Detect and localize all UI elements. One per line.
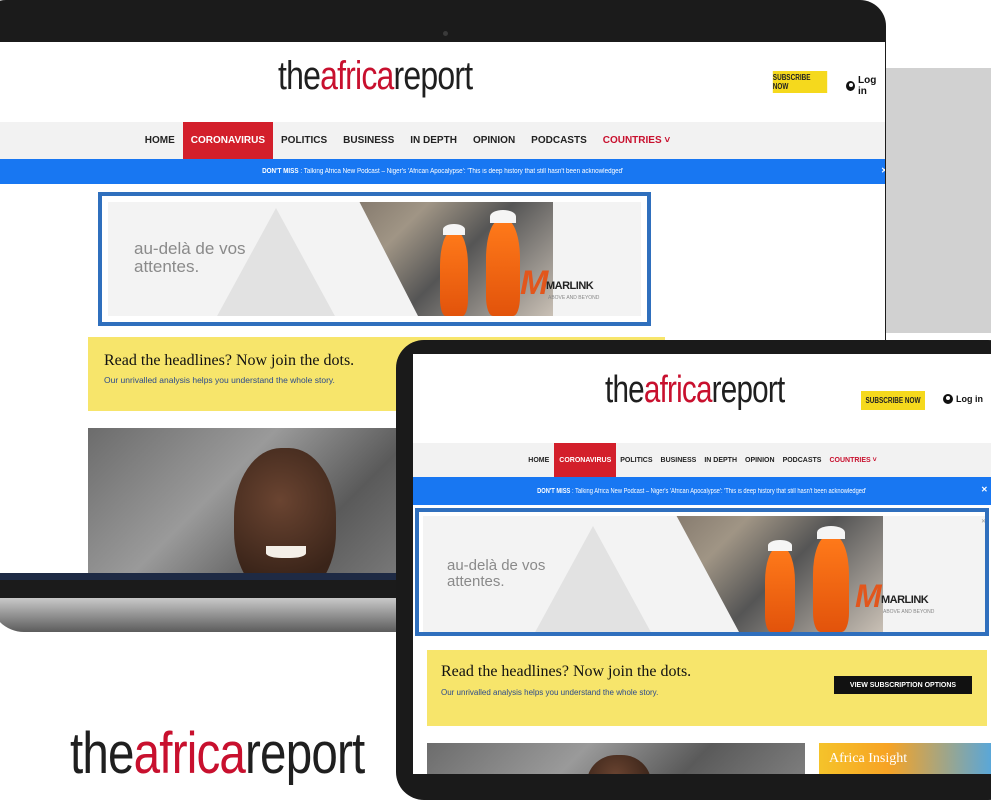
logo-africa: africa	[133, 721, 246, 786]
tablet-screen: theafricareport SUBSCRIBE NOW Log in HOM…	[413, 354, 991, 774]
marlink-logo-icon: M	[520, 264, 549, 302]
site-logo[interactable]: theafricareport	[278, 54, 474, 99]
logo-africa: africa	[320, 54, 394, 98]
logo-the: the	[605, 369, 645, 411]
tablet-subscribe-button[interactable]: SUBSCRIBE NOW	[861, 391, 925, 410]
worker-figure	[813, 536, 849, 632]
promo-subtitle: Our unrivalled analysis helps you unders…	[104, 375, 335, 385]
nav-in-depth[interactable]: IN DEPTH	[700, 443, 741, 477]
portrait-smile	[266, 546, 306, 558]
nav-home[interactable]: HOME	[137, 122, 183, 159]
subscribe-button[interactable]: SUBSCRIBE NOW	[772, 71, 828, 93]
ticker-close-icon[interactable]: ✕	[881, 166, 885, 175]
tablet-site-logo[interactable]: theafricareport	[605, 369, 786, 412]
helmet-icon	[490, 210, 516, 223]
user-icon	[943, 394, 953, 404]
tablet-marlink-ad-banner[interactable]: au-delà de vos attentes. M MARLINK ABOVE…	[415, 508, 989, 636]
ticker-text: Talking Africa New Podcast – Niger's 'Af…	[575, 487, 867, 495]
logo-report: report	[245, 721, 365, 786]
worker-figure	[765, 548, 795, 632]
nav-coronavirus[interactable]: CORONAVIRUS	[554, 443, 617, 477]
login-link[interactable]: Log in	[846, 75, 885, 97]
ad-tagline-line2: attentes.	[447, 572, 505, 590]
ad-tagline-line1: au-delà de vos	[447, 557, 546, 574]
ticker-text: Talking Africa New Podcast – Niger's 'Af…	[303, 168, 624, 175]
ticker-prefix: DON'T MISS	[261, 168, 299, 175]
marlink-brand: MARLINK	[546, 280, 594, 292]
nav-opinion[interactable]: OPINION	[465, 122, 523, 159]
ticker-close-icon[interactable]: ✕	[981, 485, 988, 494]
nav-countries-dropdown[interactable]: COUNTRIES ˅	[825, 443, 880, 477]
helmet-icon	[443, 224, 465, 235]
nav-opinion[interactable]: OPINION	[741, 443, 779, 477]
promo-title: Read the headlines? Now join the dots.	[104, 352, 355, 369]
login-label: Log in	[956, 394, 983, 404]
background-panel	[886, 68, 991, 333]
nav-in-depth[interactable]: IN DEPTH	[402, 122, 465, 159]
tablet-login-link[interactable]: Log in	[943, 394, 983, 404]
featured-article-photo[interactable]	[427, 743, 805, 774]
logo-africa: africa	[643, 369, 713, 411]
nav-home[interactable]: HOME	[523, 443, 554, 477]
logo-report: report	[711, 369, 786, 411]
nav-countries-dropdown[interactable]: COUNTRIES ˅	[595, 122, 679, 159]
main-nav: HOME CORONAVIRUS POLITICS BUSINESS IN DE…	[0, 122, 885, 159]
nav-politics[interactable]: POLITICS	[616, 443, 656, 477]
os-taskbar	[0, 573, 400, 580]
promo-title: Read the headlines? Now join the dots.	[441, 663, 692, 680]
nav-politics[interactable]: POLITICS	[273, 122, 335, 159]
logo-the: the	[70, 721, 134, 786]
user-icon	[846, 81, 855, 91]
ad-tagline: au-delà de vos attentes.	[134, 240, 246, 276]
helmet-icon	[768, 540, 792, 551]
worker-figure	[440, 232, 468, 316]
nav-business[interactable]: BUSINESS	[335, 122, 402, 159]
bottom-brand-logo: theafricareport	[70, 720, 365, 787]
portrait-face	[587, 755, 651, 774]
logo-report: report	[393, 54, 474, 98]
login-label: Log in	[858, 75, 877, 97]
nav-coronavirus[interactable]: CORONAVIRUS	[182, 122, 274, 159]
marlink-tagline: ABOVE AND BEYOND	[548, 295, 600, 301]
ad-photo-workers	[676, 516, 883, 632]
ad-close-icon[interactable]: ✕	[981, 518, 985, 525]
ad-background: au-delà de vos attentes. M MARLINK ABOVE…	[423, 516, 985, 632]
featured-article-photo[interactable]	[88, 428, 418, 574]
marlink-ad-banner[interactable]: au-delà de vos attentes. M MARLINK ABOVE…	[98, 192, 651, 326]
promo-subtitle: Our unrivalled analysis helps you unders…	[441, 688, 659, 697]
nav-business[interactable]: BUSINESS	[657, 443, 701, 477]
dont-miss-ticker[interactable]: DON'T MISS : Talking Africa New Podcast …	[0, 159, 885, 184]
africa-insight-banner[interactable]: Africa Insight	[819, 743, 991, 774]
ad-tagline-line2: attentes.	[134, 256, 200, 276]
marlink-brand: MARLINK	[881, 594, 929, 606]
marlink-tagline: ABOVE AND BEYOND	[883, 609, 935, 615]
webcam	[443, 31, 448, 36]
nav-podcasts[interactable]: PODCASTS	[779, 443, 826, 477]
view-subscription-options-button[interactable]: VIEW SUBSCRIPTION OPTIONS	[834, 676, 972, 694]
ad-background: au-delà de vos attentes. M MARLINK ABOVE…	[108, 202, 641, 316]
tablet-main-nav: HOME CORONAVIRUS POLITICS BUSINESS IN DE…	[413, 443, 991, 477]
tablet-subscription-promo: Read the headlines? Now join the dots. O…	[427, 650, 987, 726]
ticker-prefix: DON'T MISS	[537, 487, 571, 495]
logo-the: the	[278, 54, 321, 98]
nav-podcasts[interactable]: PODCASTS	[523, 122, 595, 159]
helmet-icon	[817, 526, 845, 539]
tablet-dont-miss-ticker[interactable]: DON'T MISS : Talking Africa New Podcast …	[413, 477, 991, 505]
ad-triangle-shape	[533, 526, 653, 632]
ad-tagline: au-delà de vos attentes.	[447, 558, 545, 590]
ad-tagline-line1: au-delà de vos	[134, 239, 246, 258]
worker-figure	[486, 220, 520, 316]
marlink-logo-icon: M	[855, 578, 882, 614]
